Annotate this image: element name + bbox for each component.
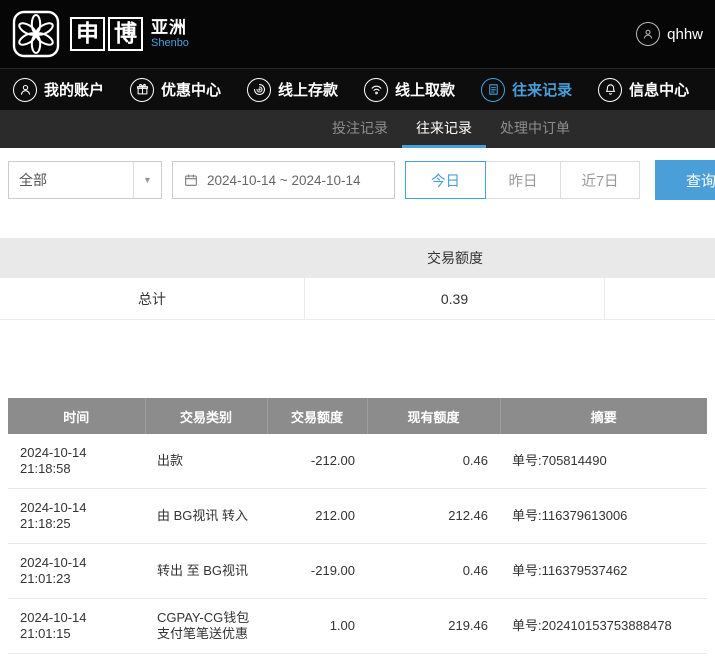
tab-pending-orders[interactable]: 处理中订单 <box>486 110 584 148</box>
nav-item-my-account[interactable]: 我的账户 <box>0 78 117 102</box>
nav-item-online-withdraw[interactable]: 线上取款 <box>351 78 468 102</box>
flower-logo-icon <box>12 10 60 58</box>
cell-memo: 单号:705814490 <box>500 434 707 489</box>
cell-memo: 单号:202410153753888478 <box>500 654 707 658</box>
chevron-down-icon: ▼ <box>133 162 161 198</box>
nav-label: 信息中心 <box>629 79 689 100</box>
date-range-value: 2024-10-14 ~ 2024-10-14 <box>207 173 361 188</box>
nav-item-online-deposit[interactable]: 线上存款 <box>234 78 351 102</box>
deposit-icon <box>247 78 271 102</box>
nav-label: 往来记录 <box>512 79 572 100</box>
table-header-row: 时间 交易类别 交易额度 现有额度 摘要 <box>8 398 707 434</box>
brand-region-label: 亚洲 <box>151 19 189 38</box>
table-row: 2024-10-14 21:01:23 转出 至 BG视讯 -219.00 0.… <box>8 544 707 599</box>
cell-type: 出款 <box>145 434 267 489</box>
table-row: 2024-10-14 21:18:25 由 BG视讯 转入 212.00 212… <box>8 489 707 544</box>
col-memo: 摘要 <box>500 398 707 434</box>
summary-total-label: 总计 <box>0 278 305 319</box>
col-time: 时间 <box>8 398 145 434</box>
brand-en-label: Shenbo <box>151 37 189 49</box>
cell-amount: -219.00 <box>267 544 367 599</box>
cell-balance: 0.46 <box>367 434 500 489</box>
tab-bet-records[interactable]: 投注记录 <box>318 110 402 148</box>
cell-type: CGPAY支付 <box>145 654 267 658</box>
brand-char-1: 申 <box>70 17 105 50</box>
nav-item-message-center[interactable]: 信息中心 <box>585 78 702 102</box>
filter-bar: 全部 ▼ 2024-10-14 ~ 2024-10-14 今日 昨日 近7日 查… <box>0 148 715 212</box>
col-type: 交易类别 <box>145 398 267 434</box>
transactions-table: 时间 交易类别 交易额度 现有额度 摘要 2024-10-14 21:18:58… <box>8 398 707 658</box>
col-balance: 现有额度 <box>367 398 500 434</box>
table-row: 2024-10-14 21:01:15 CGPAY-CG钱包 支付笔笔送优惠 1… <box>8 599 707 654</box>
date-range-input[interactable]: 2024-10-14 ~ 2024-10-14 <box>172 161 395 199</box>
yesterday-button[interactable]: 昨日 <box>485 161 561 199</box>
brand-logo[interactable]: 申 博 <box>70 17 143 50</box>
username: qhhw <box>667 26 703 43</box>
cell-time: 2024-10-14 21:18:58 <box>8 434 145 489</box>
cell-balance: 219.46 <box>367 599 500 654</box>
cell-balance: 218.46 <box>367 654 500 658</box>
cell-balance: 212.46 <box>367 489 500 544</box>
category-select[interactable]: 全部 ▼ <box>8 161 162 199</box>
cell-type: CGPAY-CG钱包 支付笔笔送优惠 <box>145 599 267 654</box>
table-row: 2024-10-14 21:18:58 出款 -212.00 0.46 单号:7… <box>8 434 707 489</box>
records-icon <box>481 78 505 102</box>
main-nav: 我的账户 优惠中心 线上存款 线上取款 往来记录 信息中心 <box>0 68 715 110</box>
col-amount: 交易额度 <box>267 398 367 434</box>
nav-label: 线上取款 <box>395 79 455 100</box>
tab-transaction-records[interactable]: 往来记录 <box>402 110 486 148</box>
bell-icon <box>598 78 622 102</box>
cell-memo: 单号:202410153753888478 <box>500 599 707 654</box>
nav-item-transaction-records[interactable]: 往来记录 <box>468 78 585 102</box>
last7days-button[interactable]: 近7日 <box>560 161 640 199</box>
search-button[interactable]: 查询 <box>655 160 715 200</box>
summary-table: 交易额度 总计 0.39 <box>0 238 715 320</box>
cell-memo: 单号:116379537462 <box>500 544 707 599</box>
user-avatar-icon <box>636 22 660 46</box>
cell-time: 2024-10-14 21:01:15 <box>8 599 145 654</box>
brand-region: 亚洲 Shenbo <box>151 19 189 50</box>
summary-total-value: 0.39 <box>305 278 605 319</box>
transactions-section: 时间 交易类别 交易额度 现有额度 摘要 2024-10-14 21:18:58… <box>8 398 707 658</box>
summary-header-row: 交易额度 <box>0 238 715 278</box>
cell-time: 2024-10-14 21:01:15 <box>8 654 145 658</box>
nav-item-promotions[interactable]: 优惠中心 <box>117 78 234 102</box>
nav-label: 我的账户 <box>44 79 104 100</box>
top-bar: 申 博 亚洲 Shenbo qhhw <box>0 0 715 68</box>
cell-memo: 单号:116379613006 <box>500 489 707 544</box>
cell-time: 2024-10-14 21:18:25 <box>8 489 145 544</box>
today-button[interactable]: 今日 <box>405 161 486 199</box>
cell-balance: 0.46 <box>367 544 500 599</box>
brand-char-2: 博 <box>108 17 143 50</box>
cell-amount: 200.00 <box>267 654 367 658</box>
category-select-value: 全部 <box>19 170 47 190</box>
calendar-icon <box>183 172 199 188</box>
cell-amount: -212.00 <box>267 434 367 489</box>
nav-label: 线上存款 <box>278 79 338 100</box>
user-icon <box>13 78 37 102</box>
cell-type: 转出 至 BG视讯 <box>145 544 267 599</box>
table-row: 2024-10-14 21:01:15 CGPAY支付 200.00 218.4… <box>8 654 707 658</box>
summary-header-label: 交易额度 <box>305 248 605 268</box>
withdraw-icon <box>364 78 388 102</box>
cell-amount: 212.00 <box>267 489 367 544</box>
user-account[interactable]: qhhw <box>636 22 703 46</box>
cell-type: 由 BG视讯 转入 <box>145 489 267 544</box>
cell-amount: 1.00 <box>267 599 367 654</box>
summary-total-row: 总计 0.39 <box>0 278 715 320</box>
gift-icon <box>130 78 154 102</box>
cell-time: 2024-10-14 21:01:23 <box>8 544 145 599</box>
nav-label: 优惠中心 <box>161 79 221 100</box>
sub-nav: 投注记录 往来记录 处理中订单 <box>0 110 715 148</box>
